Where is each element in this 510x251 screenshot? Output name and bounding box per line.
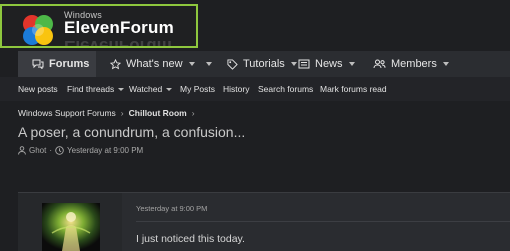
nav-whats-new[interactable]: What's new <box>110 51 195 77</box>
nav-tutorials[interactable]: Tutorials <box>227 51 297 77</box>
meta-separator: · <box>49 146 53 155</box>
thread-title: A poser, a conundrum, a confusion... <box>18 124 246 140</box>
site-header: Windows ElevenForum ElevenForum <box>0 0 510 52</box>
subnav-mark-forums-read-label: Mark forums read <box>320 84 387 94</box>
newspaper-icon <box>298 59 310 69</box>
chevron-down-icon <box>206 62 212 66</box>
breadcrumb: Windows Support Forums › Chillout Room › <box>18 108 200 118</box>
subnav-new-posts[interactable]: New posts <box>18 77 58 101</box>
main-nav: Forums What's new Tutorials News Members <box>18 51 510 77</box>
chevron-down-icon <box>442 62 449 66</box>
avatar-image <box>42 203 100 251</box>
thread-author[interactable]: Ghot <box>29 146 46 155</box>
chevron-down-icon <box>290 62 297 66</box>
nav-forums-label: Forums <box>49 58 90 70</box>
subnav-watched[interactable]: Watched <box>129 77 173 101</box>
chevron-down-icon <box>188 62 195 66</box>
subnav-new-posts-label: New posts <box>18 84 58 94</box>
subnav-find-threads[interactable]: Find threads <box>67 77 125 101</box>
site-logo[interactable]: Windows ElevenForum ElevenForum <box>0 4 198 48</box>
chevron-down-icon <box>166 87 173 91</box>
chevron-right-icon: › <box>120 108 124 118</box>
post-body: I just noticed this today. <box>136 233 245 245</box>
nav-members-label: Members <box>391 58 437 70</box>
logo-title: ElevenForum <box>64 18 174 37</box>
nav-find-threads[interactable] <box>206 51 212 77</box>
breadcrumb-item[interactable]: Chillout Room <box>129 108 187 118</box>
subnav-history-label: History <box>223 84 250 94</box>
subnav-search-forums[interactable]: Search forums <box>258 77 313 101</box>
tag-icon <box>227 58 238 70</box>
thread-meta: Ghot · Yesterday at 9:00 PM <box>18 146 143 155</box>
nav-news-label: News <box>315 58 343 70</box>
clock-icon <box>55 146 64 155</box>
nav-members[interactable]: Members <box>373 51 449 77</box>
subnav-search-forums-label: Search forums <box>258 84 314 94</box>
subnav-mark-forums-read[interactable]: Mark forums read <box>320 77 387 101</box>
post-item: Yesterday at 9:00 PM I just noticed this… <box>18 192 510 251</box>
nav-whats-new-label: What's new <box>126 58 183 70</box>
thread-date[interactable]: Yesterday at 9:00 PM <box>67 146 143 155</box>
nav-forums[interactable]: Forums <box>18 51 96 77</box>
users-icon <box>373 59 386 69</box>
divider <box>136 221 510 222</box>
subnav-history[interactable]: History <box>223 77 249 101</box>
chat-bubbles-icon <box>32 59 44 69</box>
chevron-down-icon <box>348 62 355 66</box>
post-date[interactable]: Yesterday at 9:00 PM <box>136 204 207 213</box>
chevron-down-icon <box>118 87 125 91</box>
logo-reflection: ElevenForum <box>64 37 172 48</box>
sub-nav: New posts Find threads Watched My Posts … <box>0 77 510 101</box>
star-icon <box>110 58 121 69</box>
chevron-right-icon: › <box>191 108 195 118</box>
subnav-find-threads-label: Find threads <box>67 84 115 94</box>
subnav-my-posts[interactable]: My Posts <box>180 77 215 101</box>
breadcrumb-item[interactable]: Windows Support Forums <box>18 108 116 118</box>
subnav-watched-label: Watched <box>129 84 163 94</box>
avatar[interactable] <box>42 203 100 251</box>
user-icon <box>18 146 26 155</box>
windows-flag-icon <box>23 15 53 45</box>
nav-tutorials-label: Tutorials <box>243 58 285 70</box>
subnav-my-posts-label: My Posts <box>180 84 215 94</box>
post-user-column <box>18 193 122 251</box>
nav-news[interactable]: News <box>298 51 355 77</box>
